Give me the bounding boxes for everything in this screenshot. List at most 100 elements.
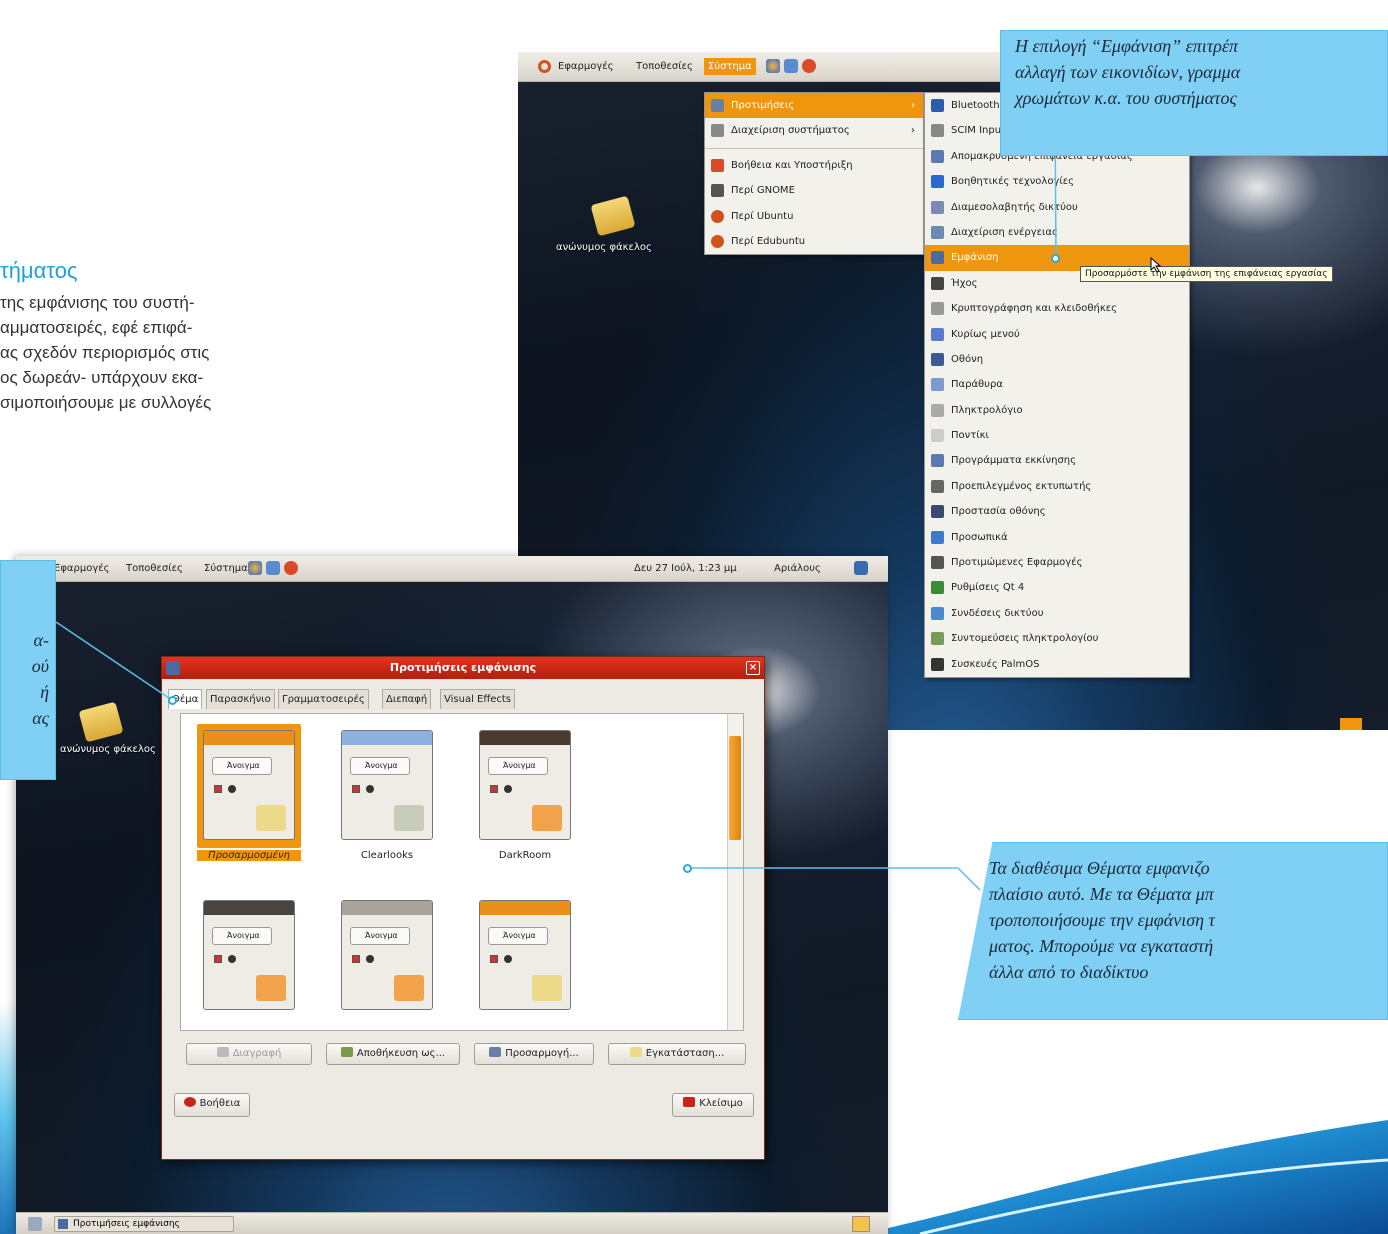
tab-visual-effects[interactable]: Visual Effects [440,689,516,709]
help-button[interactable]: Βοήθεια [174,1093,250,1117]
mail-icon[interactable] [266,561,280,575]
printer-icon [931,479,944,493]
body-line: της εμφάνισης του συστή- [0,293,195,312]
qt-icon [931,581,944,595]
menu-item-pref[interactable]: Κυρίως μενού [925,322,1189,347]
page: { "left_text": { "heading": "τήματος", "… [0,0,1388,1234]
callout-anchor-dot [1051,254,1060,263]
menu-item-pref[interactable]: Προεπιλεγμένος εκτυπωτής [925,474,1189,499]
tray-icon[interactable] [1340,718,1362,730]
checkbox-icon [214,955,222,963]
personal-icon [931,530,944,544]
show-desktop-icon[interactable] [28,1217,42,1231]
theme-name[interactable]: Προσαρμοσμένη [197,850,301,861]
user-switcher[interactable]: Αριάλους [774,563,821,574]
tooltip: Προσαρμόστε την εμφάνιση της επιφάνειας … [1080,266,1333,282]
system-menu[interactable]: Σύστημα [204,563,248,574]
applications-menu[interactable]: Εφαρμογές [558,61,614,72]
firefox-icon[interactable] [248,561,262,575]
preferences-submenu: Bluetooth SCIM Input Απομακρυσμένη επιφάνε… [924,92,1190,678]
menu-item-pref[interactable]: Πληκτρολόγιο [925,398,1189,423]
delete-button[interactable]: Διαγραφή [186,1043,312,1065]
theme-thumbnail[interactable]: Άνοιγμα [473,724,577,848]
radio-icon [228,955,236,963]
tab-fonts[interactable]: Γραμματοσειρές [278,689,369,709]
clock[interactable]: Δευ 27 Ιούλ, 1:23 μμ [634,563,737,574]
theme-preview-window: Άνοιγμα [203,730,295,840]
menu-item-administration[interactable]: Διαχείριση συστήματος › [705,118,923,143]
callout-anchor-dot [683,864,692,873]
tab-interface[interactable]: Διεπαφή [382,689,432,709]
mail-icon[interactable] [784,59,798,73]
main-menu-icon [931,327,944,341]
desktop-folder-label[interactable]: ανώνυμος φάκελος [556,242,652,253]
tab-background[interactable]: Παρασκήνιο [206,689,275,709]
folder-icon [532,975,562,1001]
menu-item-about-edubuntu[interactable]: Περί Edubuntu [705,229,923,254]
menu-item-pref[interactable]: Προσωπικά [925,525,1189,550]
theme-thumbnail[interactable]: Άνοιγμα [197,724,301,848]
menu-item-pref[interactable]: Συσκευές PalmOS [925,652,1189,677]
gnome-foot-icon [711,184,724,198]
scrollbar[interactable] [727,714,743,1030]
menu-item-about-gnome[interactable]: Περί GNOME [705,178,923,203]
menu-item-pref[interactable]: Διαμεσολαβητής δικτύου [925,195,1189,220]
body-line: ας σχεδόν περιορισμός στις [0,343,210,362]
menu-item-pref[interactable]: Παράθυρα [925,372,1189,397]
install-button[interactable]: Εγκατάσταση... [608,1043,746,1065]
theme-preview-titlebar [480,731,570,745]
theme-thumbnail[interactable]: Άνοιγμα [197,894,301,1018]
theme-name[interactable]: Clearlooks [325,850,449,861]
theme-thumbnail[interactable]: Άνοιγμα [335,894,439,1018]
close-button[interactable]: Κλείσιμο [672,1093,754,1117]
customize-icon [489,1047,502,1057]
menu-item-pref[interactable]: Διαχείριση ενέργειας [925,220,1189,245]
bottom-taskbar: Προτιμήσεις εμφάνισης [16,1212,888,1234]
radio-icon [504,785,512,793]
menu-item-pref[interactable]: Συνδέσεις δικτύου [925,601,1189,626]
places-menu[interactable]: Τοποθεσίες [126,563,183,574]
edubuntu-icon [711,234,724,248]
menu-item-preferences[interactable]: Προτιμήσεις › [705,93,923,119]
mouse-cursor-icon [1150,257,1162,273]
close-icon[interactable]: × [746,661,760,675]
menu-item-pref[interactable]: Προτιμώμενες Εφαρμογές [925,550,1189,575]
customize-button[interactable]: Προσαρμογή... [474,1043,594,1065]
menu-item-pref[interactable]: Βοηθητικές τεχνολογίες [925,169,1189,194]
folder-icon [256,975,286,1001]
system-menu[interactable]: Σύστημα [704,58,756,75]
menu-item-pref[interactable]: Προγράμματα εκκίνησης [925,448,1189,473]
menu-item-pref[interactable]: Ποντίκι [925,423,1189,448]
network-icon[interactable] [854,561,868,575]
save-as-button[interactable]: Αποθήκευση ως... [326,1043,460,1065]
theme-preview-button: Άνοιγμα [212,757,272,775]
sound-icon [931,276,944,290]
menu-item-help[interactable]: Βοήθεια και Υποστήριξη [705,153,923,178]
menu-item-about-ubuntu[interactable]: Περί Ubuntu [705,204,923,229]
system-dropdown: Προτιμήσεις › Διαχείριση συστήματος › Βοήθ… [704,92,924,256]
taskbar-window-button[interactable]: Προτιμήσεις εμφάνισης [54,1216,234,1232]
folder-icon[interactable] [78,701,124,743]
appearance-icon [931,251,944,265]
folder-icon[interactable] [590,195,636,237]
theme-preview-button: Άνοιγμα [212,927,272,945]
menu-item-pref[interactable]: Ρυθμίσεις Qt 4 [925,575,1189,600]
firefox-icon[interactable] [766,59,780,73]
places-menu[interactable]: Τοποθεσίες [636,61,693,72]
theme-thumbnail[interactable]: Άνοιγμα [473,894,577,1018]
workspace-switcher[interactable] [852,1216,870,1232]
menu-item-pref[interactable]: Προστασία οθόνης [925,499,1189,524]
desktop-folder-label[interactable]: ανώνυμος φάκελος [60,744,156,755]
menu-item-pref[interactable]: Συντομεύσεις πληκτρολογίου [925,626,1189,651]
menu-item-pref[interactable]: Κρυπτογράφηση και κλειδοθήκες [925,296,1189,321]
applications-menu[interactable]: Εφαρμογές [54,563,110,574]
menu-item-pref[interactable]: Οθόνη [925,347,1189,372]
theme-preview-window: Άνοιγμα [203,900,295,1010]
theme-thumbnail[interactable]: Άνοιγμα [335,724,439,848]
help-icon[interactable] [284,561,298,575]
help-icon[interactable] [802,59,816,73]
appearance-dialog: Προτιμήσεις εμφάνισης × Θέμα Παρασκήνιο … [161,656,765,1160]
theme-name[interactable]: DarkRoom [463,850,587,861]
theme-preview-button: Άνοιγμα [488,927,548,945]
scrollbar-thumb[interactable] [729,736,741,840]
